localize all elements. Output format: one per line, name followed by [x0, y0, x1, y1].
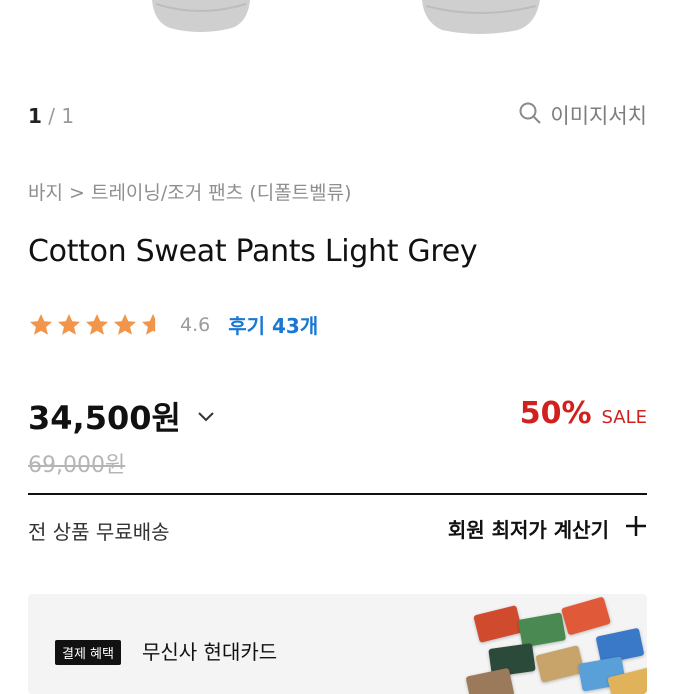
star-icon — [57, 313, 81, 335]
sale-label: SALE — [601, 407, 647, 428]
product-image[interactable] — [0, 0, 675, 80]
product-title: Cotton Sweat Pants Light Grey — [28, 234, 478, 269]
original-price: 69,000원 — [28, 453, 126, 478]
sale-price: 34,500원 — [28, 399, 181, 437]
credit-cards-image — [465, 594, 647, 694]
member-price-calculator-button[interactable]: 회원 최저가 계산기 — [448, 514, 647, 543]
rating-row: 4.6 후기 43개 — [28, 310, 318, 339]
discount-percent: 50% — [519, 396, 592, 431]
reviews-link[interactable]: 후기 43개 — [228, 310, 318, 339]
star-icon — [113, 313, 137, 335]
half-star-icon — [141, 313, 156, 335]
free-shipping-text: 전 상품 무료배송 — [28, 520, 170, 544]
pager-current: 1 — [28, 104, 42, 128]
plus-icon[interactable] — [625, 515, 647, 542]
star-icon — [29, 313, 53, 335]
divider — [28, 493, 647, 495]
image-search-label: 이미지서치 — [550, 104, 647, 128]
payment-benefit-banner[interactable]: 결제 혜택 무신사 현대카드 — [28, 594, 647, 694]
breadcrumb[interactable]: 바지 > 트레이닝/조거 팬츠 (디폴트벨류) — [28, 178, 352, 205]
discount-badge: 50% SALE — [520, 396, 647, 431]
benefit-card-name: 무신사 현대카드 — [142, 640, 278, 664]
member-price-calculator-label: 회원 최저가 계산기 — [447, 518, 609, 542]
image-search-button[interactable]: 이미지서치 — [518, 100, 647, 130]
star-rating — [28, 312, 166, 338]
star-icon — [85, 313, 109, 335]
search-icon — [518, 101, 542, 130]
image-pager: 1 / 1 — [28, 104, 74, 128]
pager-separator: / — [41, 104, 62, 128]
chevron-down-icon[interactable] — [195, 397, 217, 435]
price-row[interactable]: 34,500원 — [28, 393, 217, 439]
pager-total: 1 — [61, 104, 75, 128]
rating-score: 4.6 — [180, 313, 211, 336]
benefit-badge: 결제 혜택 — [55, 640, 121, 665]
